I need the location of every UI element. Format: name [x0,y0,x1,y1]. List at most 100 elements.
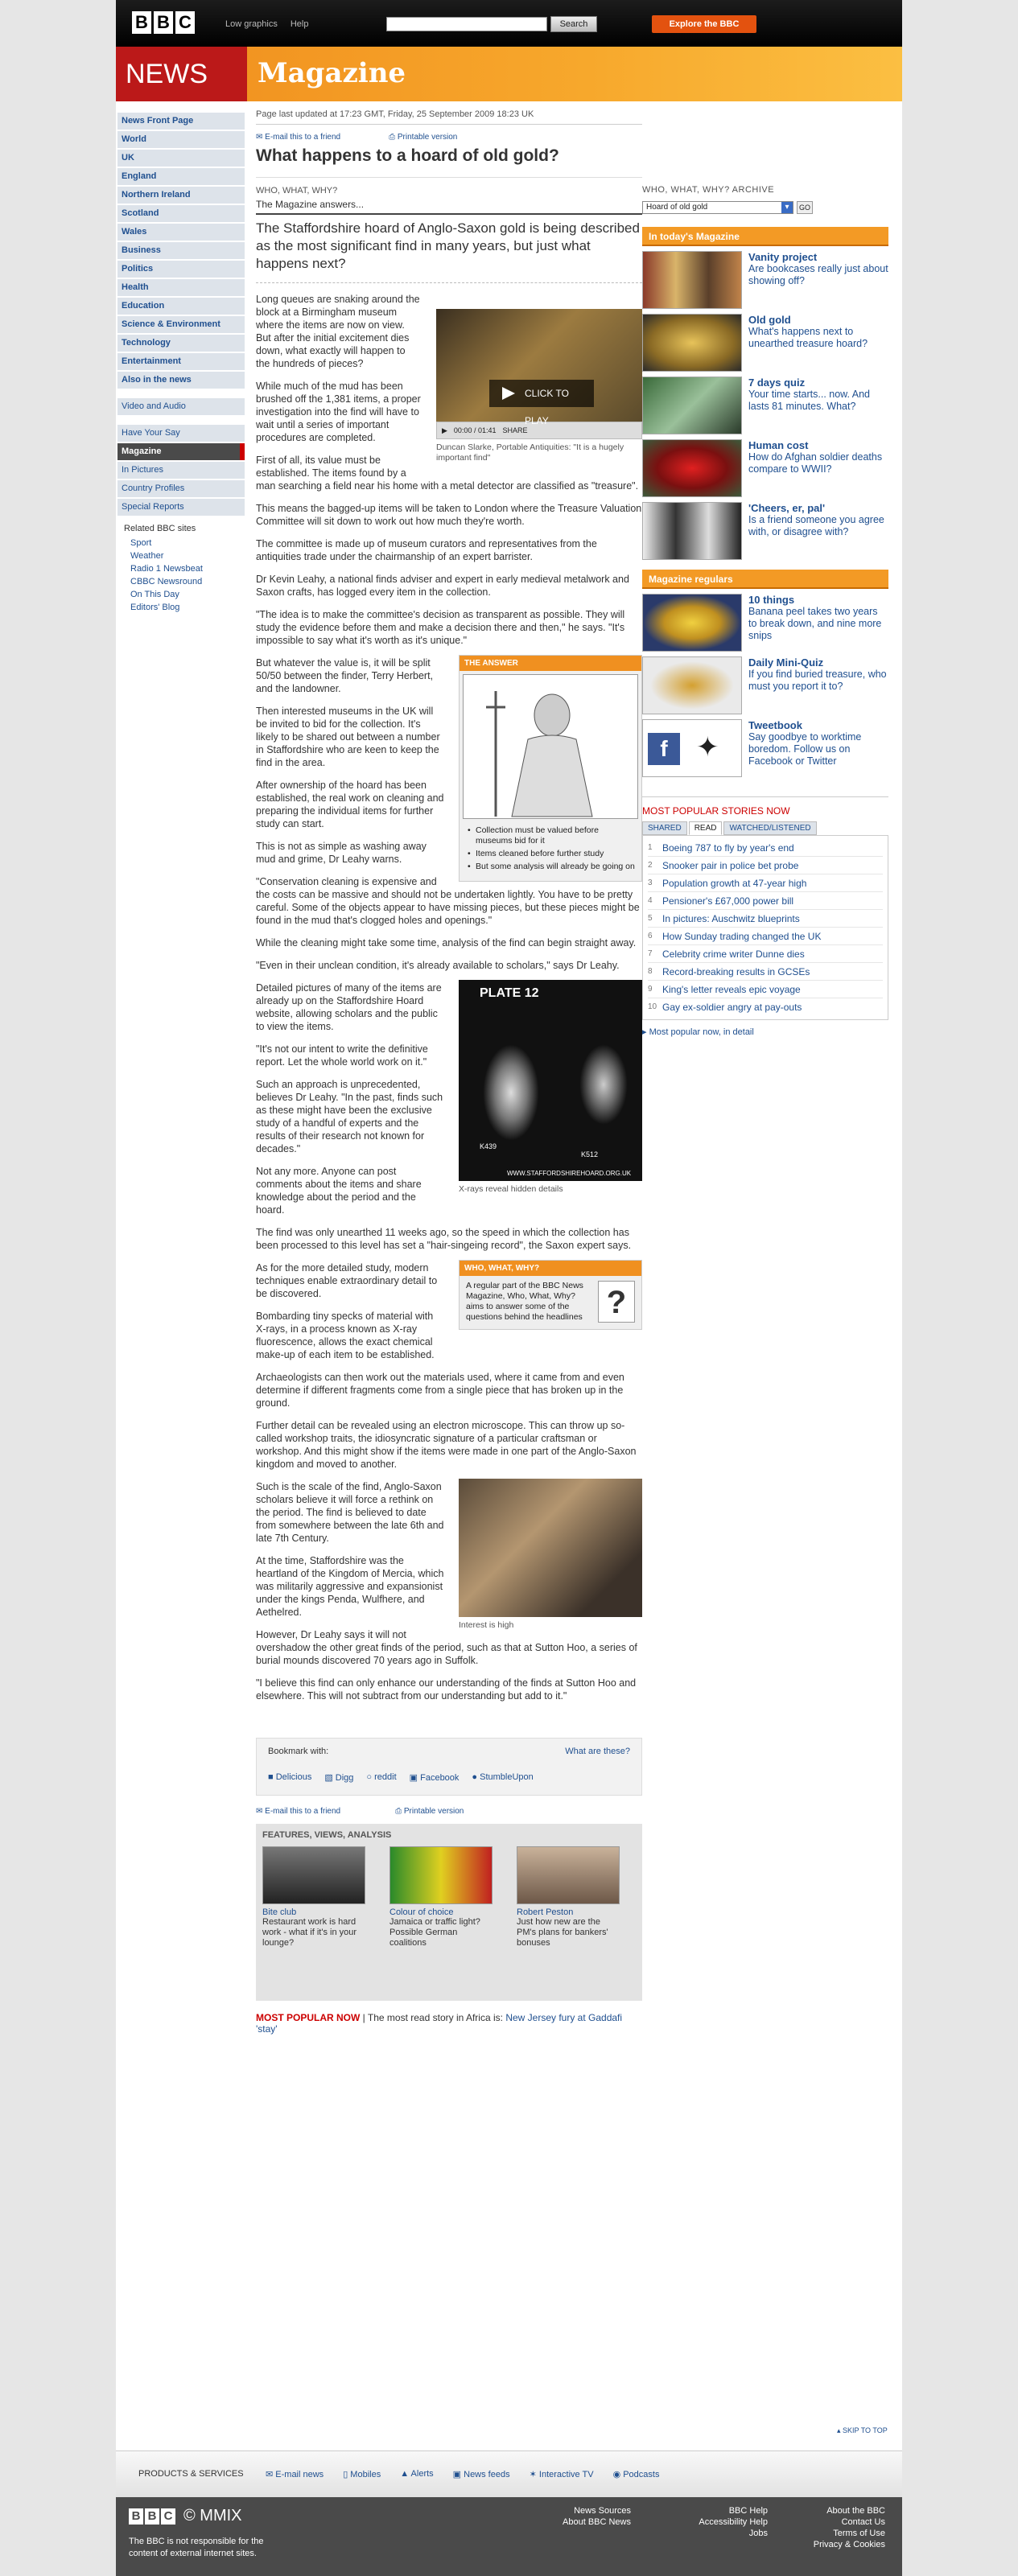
nav-item-england[interactable]: England [117,168,245,185]
fva-card[interactable]: Colour of choice Jamaica or traffic ligh… [389,1846,493,1948]
popular-item[interactable]: 8 Record-breaking results in GCSEs [648,963,883,981]
today-item[interactable]: 7 days quiz Your time starts... now. And … [642,377,888,439]
related-link-newsround[interactable]: CBBC Newsround [117,575,245,588]
nav-item-education[interactable]: Education [117,298,245,315]
popular-item[interactable]: 5 In pictures: Auschwitz blueprints [648,910,883,928]
tab-shared[interactable]: SHARED [642,821,687,835]
play-button[interactable]: CLICK TO PLAY [489,380,594,426]
what-are-these-link[interactable]: What are these? [565,1747,630,1756]
nav-item-country-profiles[interactable]: Country Profiles [117,480,245,497]
footer-link-news-sources[interactable]: News Sources [558,2505,631,2516]
nav-item-health[interactable]: Health [117,279,245,296]
regular-item[interactable]: 10 things Banana peel takes two years to … [642,594,888,656]
nav-item-northern-ireland[interactable]: Northern Ireland [117,187,245,204]
nav-item-special-reports[interactable]: Special Reports [117,499,245,516]
today-item[interactable]: Old gold What's happens next to unearthed… [642,314,888,377]
fva-card-title[interactable]: Colour of choice [389,1907,493,1917]
nav-item-world[interactable]: World [117,131,245,148]
footer-link-contact-us[interactable]: Contact Us [792,2516,885,2528]
popular-item[interactable]: 7 Celebrity crime writer Dunne dies [648,945,883,963]
bookmark-reddit[interactable]: ○ reddit [366,1772,396,1783]
today-item[interactable]: 'Cheers, er, pal' Is a friend someone you… [642,502,888,565]
email-friend-link[interactable]: ✉ E-mail this to a friend [256,133,340,142]
regular-item-title[interactable]: 10 things [748,594,888,606]
most-popular-detail-link[interactable]: ▸ Most popular now, in detail [642,1027,754,1037]
nav-item-technology[interactable]: Technology [117,335,245,352]
printable-version-link[interactable]: ⎙ Printable version [389,133,457,142]
related-link-on-this-day[interactable]: On This Day [117,588,245,601]
popular-item[interactable]: 3 Population growth at 47-year high [648,874,883,892]
regular-item[interactable]: f ✦ Tweetbook Say goodbye to worktime bor… [642,719,888,782]
low-graphics-link[interactable]: Low graphics [225,19,278,29]
related-link-sport[interactable]: Sport [117,537,245,549]
fva-card[interactable]: Robert Peston Just how new are the PM's … [517,1846,620,1948]
product-mobiles[interactable]: ▯ Mobiles [343,2469,381,2479]
footer-link-terms-of-use[interactable]: Terms of Use [792,2528,885,2539]
product-alerts[interactable]: ▲ Alerts [400,2469,433,2479]
today-item-title[interactable]: 'Cheers, er, pal' [748,502,888,514]
skip-to-top-link[interactable]: ▴ SKIP TO TOP [837,2426,888,2435]
nav-item-entertainment[interactable]: Entertainment [117,353,245,370]
nav-item-magazine[interactable]: Magazine [117,443,245,460]
archive-select[interactable]: Hoard of old gold [642,201,793,214]
regular-item[interactable]: Daily Mini-Quiz If you find buried treasu… [642,656,888,719]
fva-card[interactable]: Bite club Restaurant work is hard work -… [262,1846,365,1948]
today-item-title[interactable]: 7 days quiz [748,377,888,389]
xray-image[interactable]: PLATE 12 K439 K512 WWW.STAFFORDSHIREHOAR… [459,980,642,1181]
regular-item-title[interactable]: Tweetbook [748,719,888,731]
most-popular-now-label[interactable]: MOST POPULAR NOW [256,2012,360,2023]
today-item-title[interactable]: Human cost [748,439,888,451]
footer-link-about-bbc[interactable]: About the BBC [792,2505,885,2516]
news-logo[interactable]: NEWS [116,47,247,101]
tab-read[interactable]: READ [688,821,723,835]
popular-item[interactable]: 4 Pensioner's £67,000 power bill [648,892,883,910]
search-input[interactable] [386,17,547,31]
play-icon[interactable]: ▶ [442,422,447,438]
nav-item-wales[interactable]: Wales [117,224,245,241]
footer-link-privacy[interactable]: Privacy & Cookies [792,2539,885,2550]
nav-item-science[interactable]: Science & Environment [117,316,245,333]
regular-item-title[interactable]: Daily Mini-Quiz [748,656,888,669]
nav-item-uk[interactable]: UK [117,150,245,167]
footer-link-bbc-help[interactable]: BBC Help [679,2505,768,2516]
footer-link-accessibility-help[interactable]: Accessibility Help [679,2516,768,2528]
who-what-why-box[interactable]: WHO, WHAT, WHY? A regular part of the BB… [459,1260,642,1330]
today-item-title[interactable]: Old gold [748,314,888,326]
product-interactive-tv[interactable]: ✶ Interactive TV [530,2469,594,2479]
product-email-news[interactable]: ✉ E-mail news [266,2469,324,2479]
nav-item-scotland[interactable]: Scotland [117,205,245,222]
bbc-logo[interactable]: B B C [132,11,195,34]
bookmark-stumbleupon[interactable]: ● StumbleUpon [472,1772,533,1783]
today-item[interactable]: Vanity project Are bookcases really just … [642,251,888,314]
bookmark-delicious[interactable]: ■ Delicious [268,1772,311,1783]
tab-watched-listened[interactable]: WATCHED/LISTENED [723,821,817,835]
popular-item[interactable]: 9 King's letter reveals epic voyage [648,981,883,998]
today-item-title[interactable]: Vanity project [748,251,888,263]
fva-card-title[interactable]: Bite club [262,1907,365,1917]
related-link-editors-blog[interactable]: Editors' Blog [117,601,245,614]
popular-item[interactable]: 1 Boeing 787 to fly by year's end [648,839,883,857]
footer-link-jobs[interactable]: Jobs [679,2528,768,2539]
help-link[interactable]: Help [291,19,309,29]
popular-item[interactable]: 6 How Sunday trading changed the UK [648,928,883,945]
nav-item-politics[interactable]: Politics [117,261,245,278]
video-player[interactable]: CLICK TO PLAY [436,309,642,426]
nav-item-have-your-say[interactable]: Have Your Say [117,425,245,442]
related-link-weather[interactable]: Weather [117,549,245,562]
nav-item-business[interactable]: Business [117,242,245,259]
footer-link-about-bbc-news[interactable]: About BBC News [558,2516,631,2528]
printable-version-link-bottom[interactable]: ⎙ Printable version [395,1807,464,1816]
bookmark-facebook[interactable]: ▣ Facebook [410,1772,460,1783]
product-news-feeds[interactable]: ▣ News feeds [453,2469,510,2479]
related-link-newsbeat[interactable]: Radio 1 Newsbeat [117,562,245,575]
product-podcasts[interactable]: ◉ Podcasts [613,2469,660,2479]
archive-go-button[interactable]: GO [797,201,813,214]
email-friend-link-bottom[interactable]: ✉ E-mail this to a friend [256,1807,340,1816]
nav-item-news-front-page[interactable]: News Front Page [117,113,245,130]
popular-item[interactable]: 10 Gay ex-soldier angry at pay-outs [648,998,883,1016]
popular-item[interactable]: 2 Snooker pair in police bet probe [648,857,883,874]
video-share-button[interactable]: SHARE [502,422,527,438]
fva-card-title[interactable]: Robert Peston [517,1907,620,1917]
nav-item-video-audio[interactable]: Video and Audio [117,398,245,415]
nav-item-in-pictures[interactable]: In Pictures [117,462,245,479]
